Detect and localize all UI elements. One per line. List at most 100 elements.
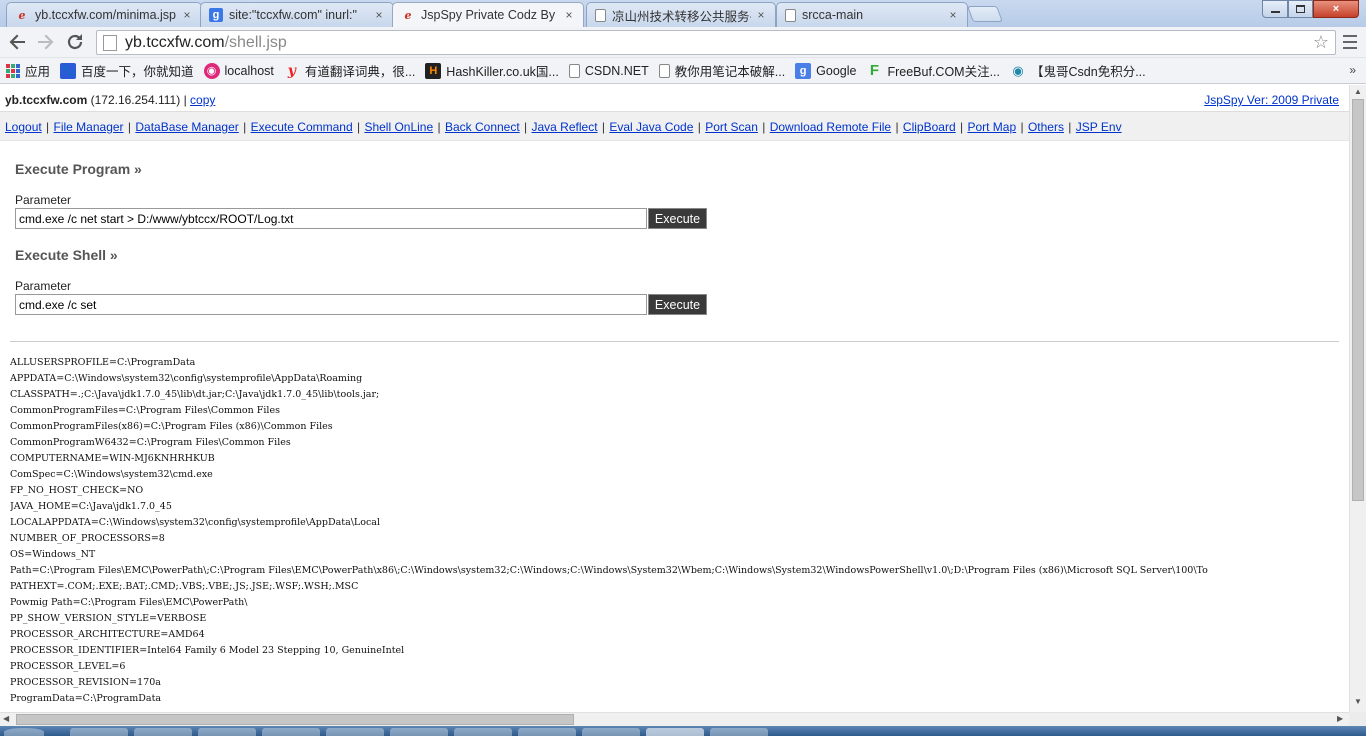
nav-link-file-manager[interactable]: File Manager	[54, 120, 124, 134]
taskbar-item[interactable]	[198, 728, 256, 736]
output-line: PROCESSOR_ARCHITECTURE=AMD64	[10, 629, 205, 640]
bookmark-notebook[interactable]: 教你用笔记本破解...	[658, 61, 785, 80]
nav-link-download-remote-file[interactable]: Download Remote File	[770, 120, 891, 134]
nav-link-jsp-env[interactable]: JSP Env	[1076, 120, 1122, 134]
bookmark-csdn[interactable]: CSDN.NET	[568, 63, 649, 78]
output-line: COMPUTERNAME=WIN-MJ6KNHRHKUB	[10, 453, 215, 464]
copy-link[interactable]: copy	[190, 93, 215, 107]
baidu-icon: 🐾	[60, 62, 77, 79]
nav-link-execute-command[interactable]: Execute Command	[251, 120, 353, 134]
bookmark-hashkiller[interactable]: H HashKiller.co.uk国...	[425, 61, 559, 80]
nav-separator: |	[127, 120, 132, 134]
freebuf-icon: F	[869, 62, 880, 79]
close-icon[interactable]: ×	[947, 8, 959, 22]
nav-link-java-reflect[interactable]: Java Reflect	[532, 120, 598, 134]
program-parameter-input[interactable]	[15, 208, 647, 229]
taskbar-item[interactable]	[326, 728, 384, 736]
url-path: /shell.jsp	[224, 33, 287, 51]
bookmarks-bar: 应用 🐾 百度一下，你就知道 ◉ localhost y 有道翻译词典，很...…	[0, 58, 1366, 84]
start-button[interactable]	[4, 728, 44, 736]
tab-0[interactable]: e yb.tccxfw.com/minima.jsp ×	[6, 2, 202, 27]
close-icon[interactable]: ×	[181, 8, 193, 22]
bookmark-google[interactable]: g Google	[795, 62, 856, 79]
taskbar-item-active[interactable]	[646, 728, 704, 736]
host-ip: (172.16.254.111)	[90, 93, 181, 107]
page-icon	[658, 63, 670, 78]
tab-4[interactable]: srcca-main ×	[776, 2, 968, 27]
version-link[interactable]: JspSpy Ver: 2009 Private	[1204, 93, 1339, 107]
bookmark-localhost[interactable]: ◉ localhost	[203, 62, 274, 79]
separator: |	[183, 93, 187, 107]
vertical-scroll-thumb[interactable]	[1352, 99, 1364, 501]
output-line: PROCESSOR_IDENTIFIER=Intel64 Family 6 Mo…	[10, 645, 405, 656]
execute-program-title: Execute Program »	[15, 161, 142, 177]
nav-separator: |	[1068, 120, 1072, 134]
page-icon	[595, 8, 606, 22]
back-button[interactable]	[5, 31, 29, 53]
nav-link-database-manager[interactable]: DataBase Manager	[135, 120, 238, 134]
nav-link-logout[interactable]: Logout	[5, 120, 42, 134]
nav-link-eval-java-code[interactable]: Eval Java Code	[609, 120, 693, 134]
taskbar-item[interactable]	[70, 728, 128, 736]
output-line: PROCESSOR_LEVEL=6	[10, 661, 126, 672]
nav-separator: |	[762, 120, 766, 134]
output-line: ComSpec=C:\Windows\system32\cmd.exe	[10, 469, 213, 480]
bookmark-apps[interactable]: 应用	[6, 61, 50, 80]
shell-parameter-label: Parameter	[15, 279, 72, 293]
taskbar-item[interactable]	[710, 728, 768, 736]
taskbar-item[interactable]	[134, 728, 192, 736]
scroll-up-arrow-icon[interactable]: ▲	[1354, 87, 1362, 96]
close-icon[interactable]: ×	[755, 8, 767, 22]
horizontal-scrollbar[interactable]: ◀ ▶	[0, 712, 1349, 726]
nav-link-shell-online[interactable]: Shell OnLine	[364, 120, 433, 134]
nav-link-port-scan[interactable]: Port Scan	[705, 120, 758, 134]
output-line: PROCESSOR_REVISION=170a	[10, 677, 161, 688]
scroll-left-arrow-icon[interactable]: ◀	[3, 714, 9, 723]
close-icon[interactable]: ×	[373, 8, 385, 22]
execute-shell-title: Execute Shell »	[15, 247, 118, 263]
tab-1[interactable]: g site:"tccxfw.com" inurl:" ×	[200, 2, 394, 27]
new-tab-button[interactable]	[967, 6, 1003, 22]
execute-program-button[interactable]: Execute	[648, 208, 707, 229]
reload-button[interactable]	[63, 31, 87, 53]
taskbar-item[interactable]	[454, 728, 512, 736]
bookmark-youdao[interactable]: y 有道翻译词典，很...	[284, 61, 416, 80]
bookmark-guige[interactable]: ◉ 【鬼哥Csdn免积分...	[1010, 61, 1145, 80]
nav-link-others[interactable]: Others	[1028, 120, 1064, 134]
taskbar-item[interactable]	[262, 728, 320, 736]
bookmark-freebuf[interactable]: F FreeBuf.COM关注...	[866, 61, 1000, 80]
tab-title: JspSpy Private Codz By	[421, 8, 556, 22]
bookmark-star-icon[interactable]: ☆	[1313, 32, 1329, 53]
tab-2-active[interactable]: e JspSpy Private Codz By ×	[392, 2, 584, 27]
minimize-button[interactable]	[1262, 0, 1288, 18]
tab-3[interactable]: 凉山州技术转移公共服务平 ×	[586, 2, 776, 27]
hashkiller-icon: H	[425, 62, 442, 79]
close-icon[interactable]: ×	[563, 8, 575, 22]
output-line: CommonProgramW6432=C:\Program Files\Comm…	[10, 437, 291, 448]
restore-button[interactable]	[1288, 0, 1313, 18]
taskbar-item[interactable]	[390, 728, 448, 736]
nav-link-port-map[interactable]: Port Map	[967, 120, 1016, 134]
vertical-scrollbar[interactable]: ▲ ▼	[1349, 85, 1366, 712]
nav-link-back-connect[interactable]: Back Connect	[445, 120, 520, 134]
taskbar-item[interactable]	[582, 728, 640, 736]
horizontal-scroll-thumb[interactable]	[16, 714, 574, 725]
window-close-button[interactable]: ×	[1313, 0, 1359, 18]
bookmark-baidu[interactable]: 🐾 百度一下，你就知道	[60, 61, 194, 80]
taskbar-item[interactable]	[518, 728, 576, 736]
bookmarks-overflow-button[interactable]: »	[1349, 63, 1356, 77]
scroll-right-arrow-icon[interactable]: ▶	[1337, 714, 1343, 723]
address-bar[interactable]: yb.tccxfw.com/shell.jsp ☆	[96, 30, 1336, 55]
nav-link-clipboard[interactable]: ClipBoard	[903, 120, 956, 134]
chrome-menu-icon[interactable]	[1342, 33, 1358, 51]
scroll-down-arrow-icon[interactable]: ▼	[1354, 697, 1362, 706]
output-line: FP_NO_HOST_CHECK=NO	[10, 485, 144, 496]
back-arrow-icon	[9, 34, 25, 50]
forward-button[interactable]	[34, 31, 58, 53]
bookmark-label: FreeBuf.COM关注...	[887, 65, 1001, 79]
program-parameter-label: Parameter	[15, 193, 72, 207]
shell-parameter-input[interactable]	[15, 294, 647, 315]
command-output: ALLUSERSPROFILE=C:\ProgramData APPDATA=C:…	[10, 355, 1349, 707]
execute-shell-button[interactable]: Execute	[648, 294, 707, 315]
host-info: yb.tccxfw.com (172.16.254.111) | copy	[5, 93, 215, 107]
